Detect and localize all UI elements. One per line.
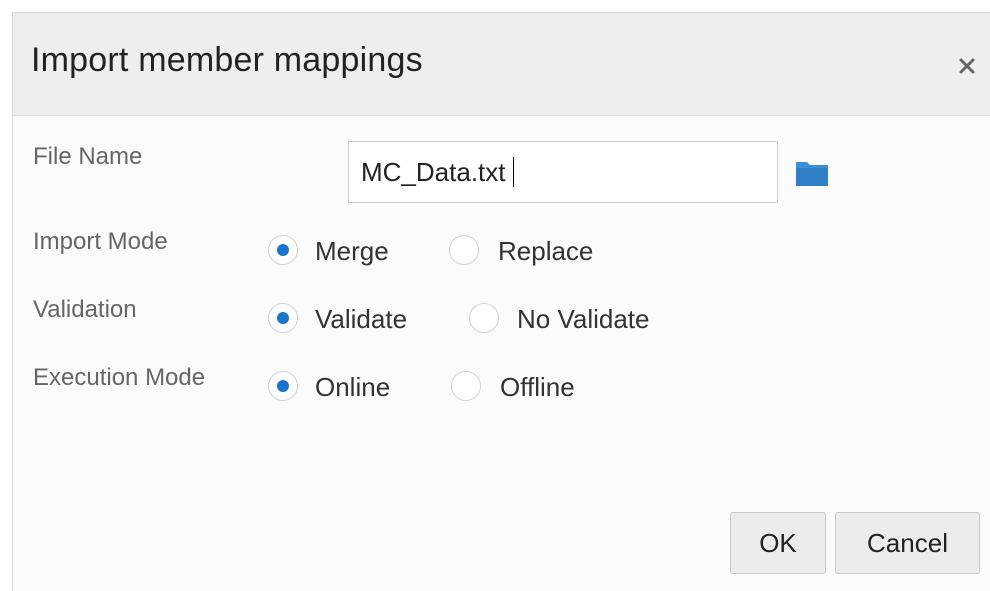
- dialog-header: Import member mappings: [13, 13, 990, 116]
- ok-button[interactable]: OK: [730, 512, 826, 574]
- option-online-label: Online: [315, 372, 391, 402]
- radio-replace[interactable]: [449, 235, 479, 265]
- radio-online[interactable]: [268, 371, 298, 401]
- execution-mode-label: Execution Mode: [33, 364, 206, 391]
- close-icon[interactable]: [954, 53, 980, 79]
- folder-icon[interactable]: [795, 158, 829, 188]
- radio-no-validate[interactable]: [469, 303, 499, 333]
- option-no-validate-label: No Validate: [517, 304, 650, 334]
- validation-label: Validation: [33, 296, 137, 323]
- file-name-label: File Name: [33, 143, 143, 170]
- file-name-input[interactable]: [348, 141, 778, 203]
- import-dialog: Import member mappings File Name Import …: [12, 12, 990, 591]
- dialog-title: Import member mappings: [31, 41, 423, 79]
- radio-merge[interactable]: [268, 235, 298, 265]
- option-offline-label: Offline: [500, 372, 575, 402]
- option-merge-label: Merge: [315, 236, 389, 266]
- text-caret: [513, 157, 514, 187]
- option-validate-label: Validate: [315, 304, 408, 334]
- cancel-button[interactable]: Cancel: [835, 512, 980, 574]
- import-mode-label: Import Mode: [33, 228, 168, 255]
- option-replace-label: Replace: [498, 236, 594, 266]
- radio-offline[interactable]: [451, 371, 481, 401]
- radio-validate[interactable]: [268, 303, 298, 333]
